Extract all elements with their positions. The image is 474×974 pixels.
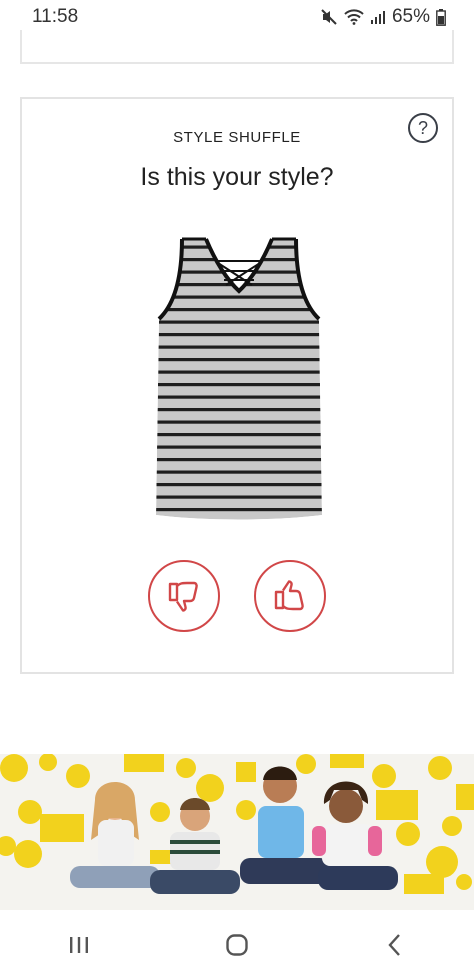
mute-icon bbox=[321, 9, 337, 25]
help-button[interactable]: ? bbox=[408, 113, 438, 143]
status-bar: 11:58 65% bbox=[0, 0, 474, 34]
banner-illustration bbox=[0, 754, 474, 910]
thumbs-down-icon bbox=[168, 581, 198, 612]
system-nav-bar bbox=[0, 916, 474, 974]
like-button[interactable] bbox=[254, 560, 326, 632]
battery-percent: 65% bbox=[391, 6, 430, 27]
back-button[interactable] bbox=[365, 925, 425, 965]
recents-icon bbox=[70, 937, 88, 953]
card-title: Is this your style? bbox=[140, 163, 334, 191]
card-kicker: STYLE SHUFFLE bbox=[173, 129, 301, 146]
help-icon: ? bbox=[417, 117, 428, 138]
status-icons: 65% bbox=[320, 6, 446, 28]
signal-icon bbox=[370, 11, 385, 24]
home-icon bbox=[226, 934, 248, 956]
wifi-icon bbox=[344, 9, 364, 25]
home-button[interactable] bbox=[207, 925, 267, 965]
status-time: 11:58 bbox=[32, 6, 79, 27]
back-icon bbox=[388, 934, 400, 956]
battery-icon bbox=[436, 8, 446, 26]
kids-promo-banner[interactable] bbox=[0, 754, 474, 910]
style-shuffle-card: STYLE SHUFFLE ? Is this your style? bbox=[20, 97, 454, 674]
recents-button[interactable] bbox=[49, 925, 109, 965]
previous-card bbox=[20, 30, 454, 64]
thumbs-up-icon bbox=[274, 580, 304, 611]
dislike-button[interactable] bbox=[148, 560, 220, 632]
striped-tank-top-image bbox=[156, 237, 322, 520]
